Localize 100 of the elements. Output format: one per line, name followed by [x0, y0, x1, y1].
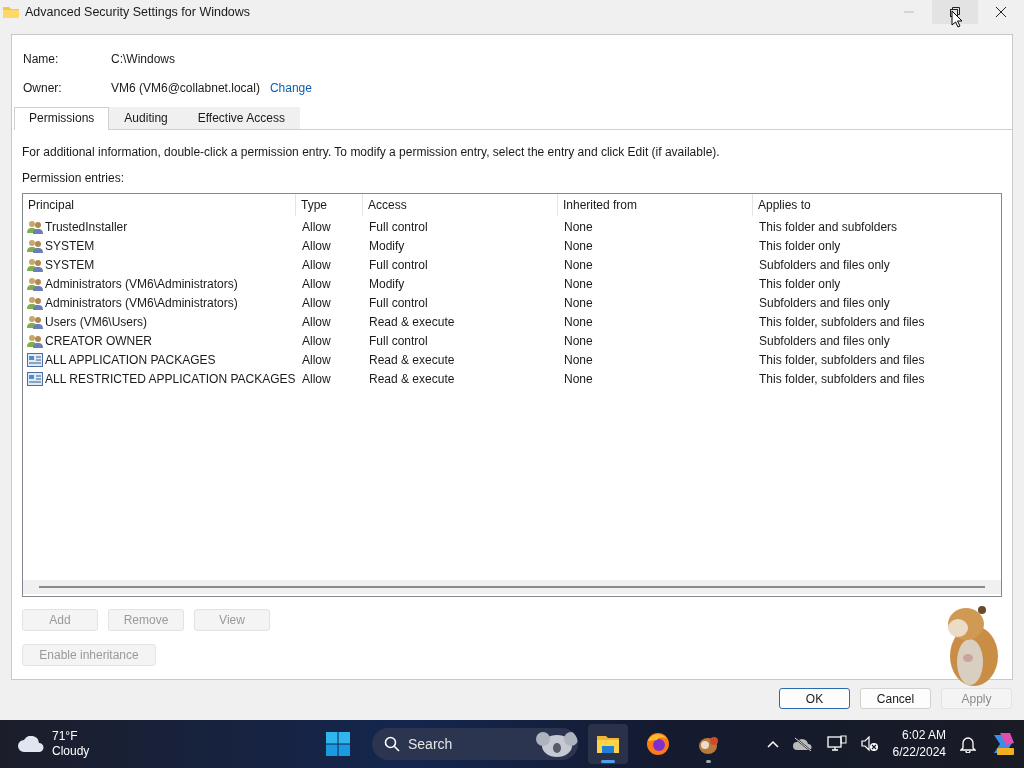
koala-icon — [536, 731, 578, 757]
table-cell: None — [564, 276, 593, 291]
column-header[interactable]: Inherited from — [558, 194, 753, 216]
dialog-button[interactable]: Cancel — [860, 688, 931, 709]
info-text: For additional information, double-click a permission entry. To modify a permission entry, select the entry and click Edit (if available). — [22, 145, 721, 159]
restore-button[interactable] — [932, 0, 978, 24]
horizontal-scrollbar[interactable] — [23, 580, 1001, 594]
permission-row[interactable]: SYSTEM Allow Modify None This folder only — [23, 236, 1001, 255]
taskbar-app[interactable] — [588, 724, 628, 764]
principal-text: CREATOR OWNER — [45, 333, 152, 348]
table-cell: Subfolders and files only — [759, 295, 890, 310]
permission-row[interactable]: Administrators (VM6\Administrators) Allow Full control None Subfolders and files only — [23, 293, 1001, 312]
weather-condition-text: Cloudy — [52, 744, 90, 759]
users-icon — [27, 238, 43, 253]
tab[interactable]: Effective Access — [182, 107, 300, 129]
owner-label: Owner: — [23, 80, 63, 95]
permission-row[interactable]: TrustedInstaller Allow Full control None This folder and subfolders — [23, 217, 1001, 236]
column-header[interactable]: Access — [363, 194, 558, 216]
table-cell: Read & execute — [369, 314, 455, 329]
principal-text: Administrators (VM6\Administrators) — [45, 295, 238, 310]
permission-row[interactable]: ALL APPLICATION PACKAGES Allow Read & execute None This folder, subfolders and files — [23, 350, 1001, 369]
folder-icon — [3, 6, 19, 18]
permission-entries-label: Permission entries: — [22, 171, 126, 185]
tab[interactable]: Auditing — [109, 107, 183, 129]
table-cell: Allow — [302, 371, 331, 386]
name-label: Name: — [23, 51, 60, 66]
table-cell: Allow — [302, 352, 331, 367]
cloud-icon — [18, 736, 44, 752]
search-field[interactable]: Search — [408, 736, 518, 752]
temperature-text: 71°F — [52, 729, 79, 744]
table-cell: Modify — [369, 276, 405, 291]
table-cell: Allow — [302, 314, 331, 329]
principal-text: TrustedInstaller — [45, 219, 128, 234]
column-header[interactable]: Type — [296, 194, 363, 216]
table-cell: Allow — [302, 219, 331, 234]
weather-widget[interactable]: 71°F Cloudy — [0, 729, 298, 759]
restore-icon — [950, 7, 960, 17]
search-bar[interactable]: Search — [372, 728, 578, 760]
table-cell: None — [564, 314, 593, 329]
users-icon — [27, 257, 43, 272]
table-cell: Allow — [302, 333, 331, 348]
table-cell: This folder, subfolders and files — [759, 371, 925, 386]
window-title: Advanced Security Settings for Windows — [25, 5, 251, 19]
time-text: 6:02 AM — [901, 727, 946, 744]
table-cell: Full control — [369, 333, 428, 348]
table-cell: Subfolders and files only — [759, 333, 890, 348]
name-value: C:\Windows — [111, 51, 175, 66]
table-cell: This folder, subfolders and files — [759, 314, 925, 329]
table-cell: None — [564, 352, 593, 367]
tab[interactable]: Permissions — [14, 107, 110, 130]
table-cell: None — [564, 238, 593, 253]
table-cell: None — [564, 219, 593, 234]
users-icon — [27, 219, 43, 234]
clock[interactable]: 6:02 AM 6/22/2024 — [892, 727, 946, 761]
users-icon — [27, 295, 43, 310]
column-header[interactable]: Principal — [23, 194, 296, 216]
permission-row[interactable]: SYSTEM Allow Full control None Subfolders and files only — [23, 255, 1001, 274]
running-indicator — [601, 760, 615, 763]
table-cell: This folder only — [759, 276, 841, 291]
table-cell: Allow — [302, 238, 331, 253]
principal-text: ALL RESTRICTED APPLICATION PACKAGES — [45, 371, 296, 386]
table-cell: Allow — [302, 276, 331, 291]
permission-row[interactable]: CREATOR OWNER Allow Full control None Subfolders and files only — [23, 331, 1001, 350]
permission-row[interactable]: Users (VM6\Users) Allow Read & execute None This folder, subfolders and files — [23, 312, 1001, 331]
table-cell: None — [564, 333, 593, 348]
table-cell: Full control — [369, 219, 428, 234]
table-cell: Allow — [302, 295, 331, 310]
mouse-cursor-icon — [951, 10, 963, 28]
speaker-muted-icon[interactable] — [860, 736, 879, 752]
dialog-button[interactable]: OK — [779, 688, 850, 709]
date-text: 6/22/2024 — [892, 744, 946, 761]
table-cell: Modify — [369, 238, 405, 253]
table-cell: Read & execute — [369, 371, 455, 386]
users-icon — [27, 276, 43, 291]
start-icon[interactable] — [326, 732, 350, 756]
bell-icon[interactable] — [960, 735, 976, 753]
principal-text: SYSTEM — [45, 257, 95, 272]
table-cell: This folder, subfolders and files — [759, 352, 925, 367]
chevron-up-icon[interactable] — [766, 740, 779, 748]
permission-row[interactable]: ALL RESTRICTED APPLICATION PACKAGES Allow Read & execute None This folder, subfolders and files — [23, 369, 1001, 388]
column-header[interactable]: Applies to — [753, 194, 999, 216]
table-cell: This folder only — [759, 238, 841, 253]
owner-value: VM6 (VM6@collabnet.local) — [111, 80, 260, 95]
permission-row[interactable]: Administrators (VM6\Administrators) Allow Modify None This folder only — [23, 274, 1001, 293]
table-cell: None — [564, 295, 593, 310]
table-cell: Full control — [369, 295, 428, 310]
change-link[interactable]: Change — [269, 80, 312, 95]
browser-icon — [646, 732, 670, 756]
cloud-offline-icon[interactable] — [792, 737, 813, 751]
table-cell: Allow — [302, 257, 331, 272]
principal-text: Administrators (VM6\Administrators) — [45, 276, 238, 291]
search-icon — [384, 736, 400, 752]
close-icon — [996, 7, 1006, 17]
users-icon — [27, 314, 43, 329]
table-cell: None — [564, 257, 593, 272]
principal-text: ALL APPLICATION PACKAGES — [45, 352, 216, 367]
network-icon[interactable] — [826, 735, 847, 753]
principal-text: SYSTEM — [45, 238, 95, 253]
running-indicator — [706, 760, 711, 763]
table-cell: None — [564, 371, 593, 386]
